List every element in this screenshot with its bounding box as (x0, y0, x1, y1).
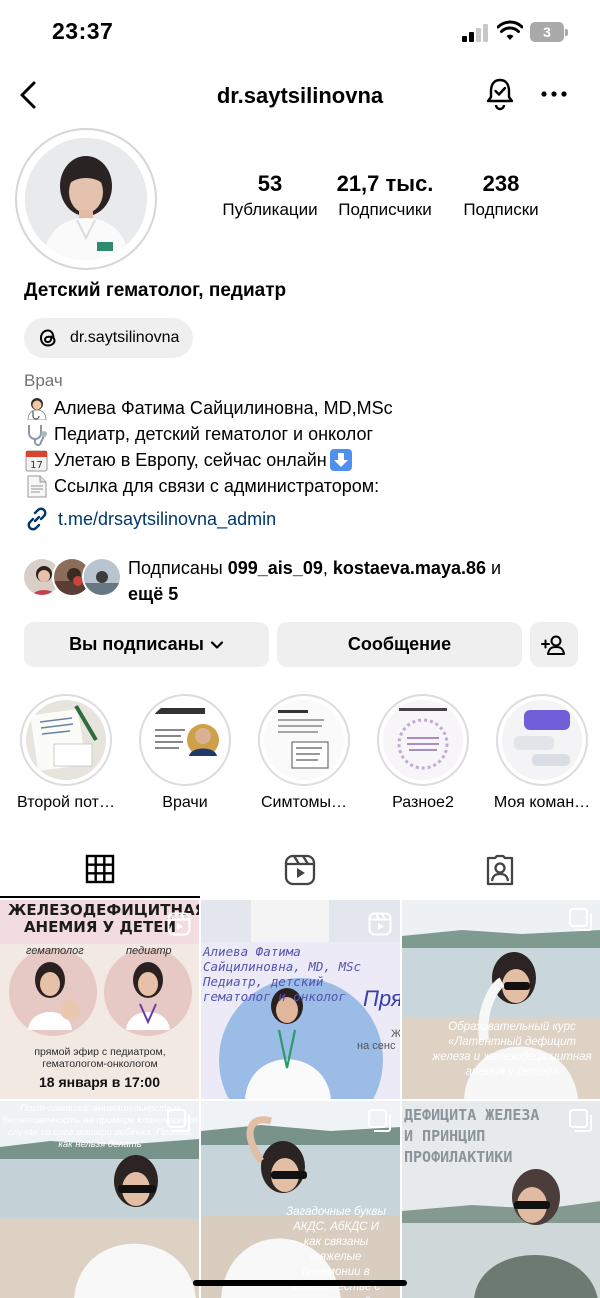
highlight-cover (502, 700, 582, 780)
profile-link[interactable]: t.me/drsaytsilinovna_admin (24, 506, 276, 532)
post-tile[interactable]: ДЕФИЦИТА ЖЕЛЕЗА И ПРИНЦИП ПРОФИЛАКТИКИ (402, 1101, 600, 1298)
message-button[interactable]: Сообщение (277, 622, 522, 667)
document-emoji-icon (27, 475, 47, 498)
follower-avatar (82, 557, 122, 597)
post-caption-fragment: Ж (391, 1028, 400, 1040)
posts-count[interactable]: 53 Публикации (210, 170, 330, 222)
post-date: 18 января в 17:00 (38, 1074, 161, 1090)
carousel-icon (569, 1109, 592, 1132)
grid-icon (85, 854, 115, 884)
carousel-icon (368, 1109, 391, 1132)
highlight-cover (383, 700, 463, 780)
battery-icon: 3 (530, 22, 568, 42)
following-button-label: Вы подписаны (69, 634, 204, 654)
profile-bio: Алиева Фатима Сайцилиновна, MD,MSc Педиа… (24, 395, 393, 499)
following-count[interactable]: 238 Подписки (448, 170, 554, 222)
tab-posts-grid[interactable] (0, 842, 200, 898)
arrow-down-emoji-icon (329, 449, 352, 471)
bio-line-contact: Ссылка для связи с администратором: (54, 476, 380, 496)
followed-by[interactable]: Подписаны 099_ais_09, kostaeva.maya.86 и… (22, 555, 582, 605)
post-tile[interactable]: Загадочные буквы АКДС, АбКДС И как связа… (201, 1101, 400, 1298)
highlight-item[interactable]: Врачи (130, 694, 240, 812)
tagged-person-icon (486, 854, 514, 886)
followers-count[interactable]: 21,7 тыс. Подписчики (330, 170, 440, 222)
post-title: ЖЕЛЕЗОДЕФИЦИТНАЯ АНЕМИЯ У ДЕТЕЙ (8, 901, 199, 936)
highlight-label: Моя коман… (493, 794, 591, 811)
more-options-icon[interactable] (540, 84, 568, 104)
post-tile[interactable]: Образовательный курс «Латентный дефицит … (402, 900, 600, 1099)
highlight-label: Второй пот… (17, 794, 115, 811)
bio-line-name: Алиева Фатима Сайцилиновна, MD,MSc (54, 398, 393, 418)
post-subtitle: прямой эфир с педиатром, гематологом-онк… (34, 1046, 166, 1070)
post-caption-fragment: на сенс (357, 1040, 396, 1052)
reel-icon (167, 912, 191, 936)
post-caption: ДЕФИЦИТА ЖЕЛЕЗА И ПРИНЦИП ПРОФИЛАКТИКИ (404, 1106, 540, 1166)
profile-tabs (0, 842, 600, 898)
post-tile[interactable]: ЖЕЛЕЗОДЕФИЦИТНАЯ АНЕМИЯ У ДЕТЕЙ гематоло… (0, 900, 199, 1099)
threads-icon (39, 329, 56, 347)
cellular-signal-icon (462, 24, 490, 42)
bio-line-specialty: Педиатр, детский гематолог и онколог (54, 424, 374, 444)
profile-category: Врач (24, 371, 63, 390)
highlight-label: Врачи (162, 794, 208, 811)
profile-header: dr.saytsilinovna (0, 72, 600, 122)
highlight-label: Разное2 (392, 794, 454, 811)
post-caption-fragment: Пря (363, 986, 400, 1011)
post-caption: Алиева Фатима Сайцилиновна, MD, MSc Педи… (203, 944, 362, 1004)
link-icon (27, 507, 47, 531)
highlight-item[interactable]: Второй пот… (11, 694, 121, 812)
doctor-woman-emoji-icon (27, 398, 47, 420)
chevron-down-icon (210, 640, 224, 649)
profile-avatar[interactable] (15, 128, 157, 270)
carousel-icon (569, 908, 592, 931)
bio-line-travel: Улетаю в Европу, сейчас онлайн (54, 450, 327, 470)
post-label: гематолог (26, 945, 84, 957)
suggest-people-button[interactable] (530, 622, 578, 667)
post-label: педиатр (126, 945, 172, 957)
threads-badge[interactable]: dr.saytsilinovna (24, 318, 194, 358)
battery-level: 3 (530, 22, 564, 42)
post-tile[interactable]: Алиева Фатима Сайцилиновна, MD, MSc Педи… (201, 900, 400, 1099)
profile-link-text: t.me/drsaytsilinovna_admin (58, 508, 277, 529)
post-tile[interactable]: Пост-памятка: внимательность и бесчелове… (0, 1101, 199, 1298)
calendar-emoji-icon: 17 (25, 450, 48, 472)
highlight-cover (145, 700, 225, 780)
carousel-icon (167, 1109, 190, 1132)
followed-by-text: Подписаны 099_ais_09, kostaeva.maya.86 и… (128, 558, 502, 604)
svg-text:17: 17 (30, 460, 43, 471)
highlight-label: Симтомы… (260, 794, 348, 811)
reels-icon (284, 854, 316, 886)
wifi-icon (497, 20, 523, 40)
notification-bell-icon[interactable] (484, 76, 516, 112)
add-person-icon (541, 635, 565, 655)
threads-handle: dr.saytsilinovna (70, 329, 180, 346)
following-button[interactable]: Вы подписаны (24, 622, 269, 667)
highlight-cover (264, 700, 344, 780)
reel-icon (368, 912, 392, 936)
avatar-photo (25, 138, 147, 260)
status-time: 23:37 (52, 18, 114, 44)
stethoscope-emoji-icon (28, 425, 47, 446)
highlight-item[interactable]: Разное2 (368, 694, 478, 812)
message-button-label: Сообщение (347, 634, 452, 654)
highlight-item[interactable]: Симтомы… (249, 694, 359, 812)
highlight-item[interactable]: Моя коман… (487, 694, 597, 812)
tab-tagged[interactable] (400, 842, 600, 898)
profile-display-name: Детский гематолог, педиатр (24, 280, 287, 301)
status-bar: 23:37 3 (0, 0, 600, 64)
post-caption: Образовательный курс «Латентный дефицит … (432, 1021, 592, 1078)
highlight-cover (26, 700, 106, 780)
home-indicator[interactable] (193, 1280, 407, 1286)
tab-reels[interactable] (200, 842, 400, 898)
